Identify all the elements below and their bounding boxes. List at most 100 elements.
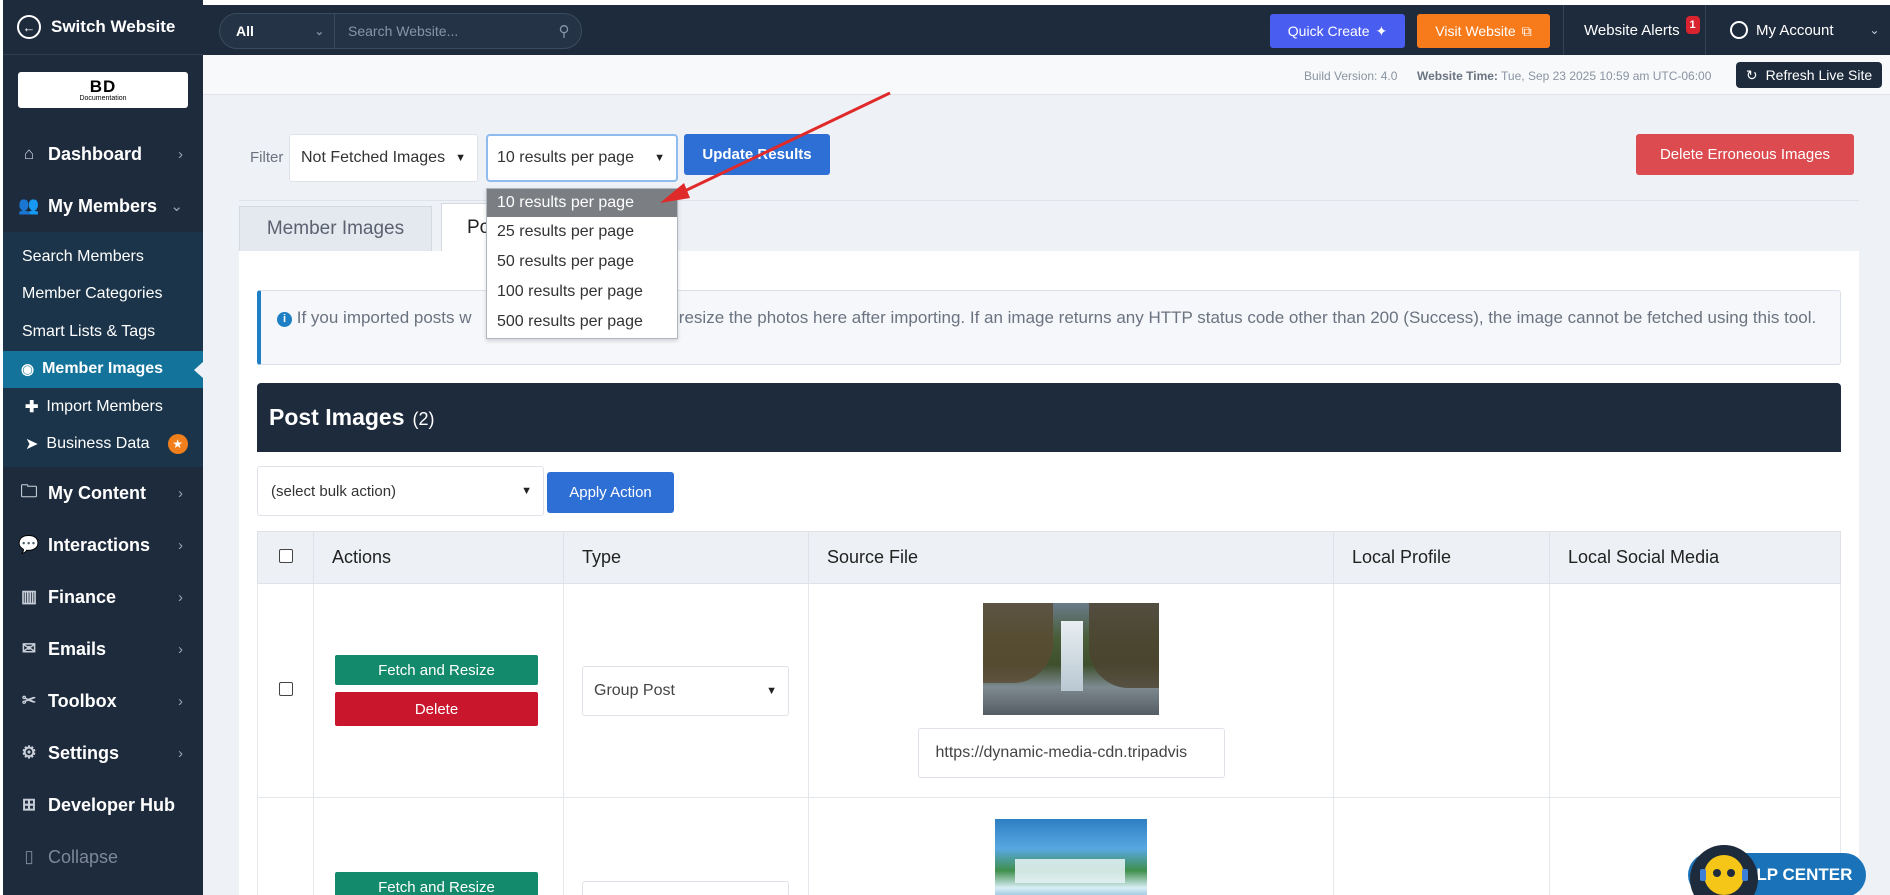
- bulk-action-value: (select bulk action): [271, 482, 397, 500]
- robot-icon[interactable]: [1688, 845, 1760, 895]
- sidebar-item-emails[interactable]: ✉ Emails ›: [3, 623, 203, 675]
- website-time-label: Website Time:: [1417, 69, 1498, 83]
- switch-website-button[interactable]: ← Switch Website: [3, 0, 203, 55]
- post-images-header: Post Images (2): [257, 383, 1841, 452]
- sidebar-item-toolbox[interactable]: ✂ Toolbox ›: [3, 675, 203, 727]
- sidebar-item-finance[interactable]: ▥ Finance ›: [3, 571, 203, 623]
- submenu-item-label: Member Images: [42, 360, 164, 378]
- sidebar-item-my-content[interactable]: 🗀 My Content ›: [3, 467, 203, 519]
- bulk-action-select[interactable]: (select bulk action) ▼: [257, 466, 544, 516]
- type-value: Group Post: [594, 681, 675, 699]
- info-alert-text-start: If you imported posts w: [296, 308, 472, 327]
- dropdown-option[interactable]: 50 results per page: [487, 247, 677, 277]
- refresh-live-site-button[interactable]: ↻ Refresh Live Site: [1736, 62, 1882, 88]
- delete-button[interactable]: Delete: [335, 692, 538, 726]
- results-per-page-value: 10 results per page: [497, 149, 634, 166]
- thumbnail-waterfall: [1061, 621, 1083, 691]
- submenu-item-label: Search Members: [22, 247, 144, 265]
- source-image-thumbnail[interactable]: [995, 819, 1147, 895]
- tools-icon: ✂: [21, 691, 37, 710]
- my-account-menu[interactable]: My Account ⌄: [1705, 5, 1890, 55]
- local-social-media-cell: [1549, 583, 1841, 798]
- apply-action-button[interactable]: Apply Action: [547, 472, 674, 513]
- row-select-cell: [257, 797, 314, 895]
- sidebar-item-label: My Content: [48, 482, 146, 503]
- submenu-item-smart-lists[interactable]: Smart Lists & Tags: [3, 313, 203, 351]
- logo-subtitle: Documentation: [79, 94, 127, 102]
- sidebar-item-my-members[interactable]: 👥 My Members ⌄: [3, 180, 203, 232]
- submenu-item-business-data[interactable]: ➤ Business Data ★: [3, 426, 203, 464]
- column-header-source-file[interactable]: Source File: [808, 531, 1334, 584]
- sidebar-item-interactions[interactable]: 💬 Interactions ›: [3, 519, 203, 571]
- sidebar-item-label: Dashboard: [48, 143, 143, 164]
- search-scope-select[interactable]: All ⌄: [220, 14, 335, 48]
- type-select[interactable]: [582, 881, 789, 895]
- table-row: Fetch and Resize: [257, 797, 1841, 895]
- user-circle-icon: [1730, 21, 1748, 39]
- sidebar-item-dashboard[interactable]: ⌂ Dashboard ›: [3, 128, 203, 180]
- image-status-value: Not Fetched Images: [301, 149, 446, 166]
- sidebar-item-developer-hub[interactable]: ⊞ Developer Hub: [3, 779, 203, 831]
- envelope-icon: ✉: [21, 639, 37, 658]
- sidebar-item-settings[interactable]: ⚙ Settings ›: [3, 727, 203, 779]
- submenu-item-member-images[interactable]: ◉ Member Images: [3, 350, 204, 388]
- column-header-local-profile[interactable]: Local Profile: [1333, 531, 1550, 584]
- type-select[interactable]: Group Post ▼: [582, 665, 789, 716]
- type-cell: Group Post ▼: [563, 583, 809, 798]
- account-label: My Account: [1756, 21, 1834, 39]
- sidebar-item-label: Emails: [48, 638, 107, 659]
- chat-icon: 💬: [18, 535, 40, 554]
- column-header-actions[interactable]: Actions: [313, 531, 564, 584]
- delete-erroneous-images-button[interactable]: Delete Erroneous Images: [1636, 134, 1854, 175]
- source-url-field[interactable]: https://dynamic-media-cdn.tripadvis: [917, 728, 1225, 778]
- column-header-type[interactable]: Type: [563, 531, 809, 584]
- tab-member-images[interactable]: Member Images: [239, 206, 432, 251]
- dropdown-option[interactable]: 500 results per page: [487, 307, 677, 337]
- thumbnail-waterfall: [1015, 859, 1125, 883]
- sidebar-item-label: Developer Hub: [48, 794, 176, 815]
- plus-icon: ✚: [25, 398, 39, 416]
- local-profile-cell: [1333, 797, 1550, 895]
- arrow-shaft: [669, 91, 891, 200]
- fetch-and-resize-button[interactable]: Fetch and Resize: [335, 872, 538, 895]
- dropdown-option[interactable]: 25 results per page: [487, 217, 677, 247]
- location-arrow-icon: ➤: [25, 436, 39, 454]
- submenu-item-label: Member Categories: [22, 285, 163, 303]
- back-arrow-icon: ←: [17, 15, 41, 39]
- image-status-select[interactable]: Not Fetched Images ▼: [289, 134, 478, 182]
- quick-create-button[interactable]: Quick Create ✦: [1270, 14, 1405, 48]
- divider: [239, 200, 1859, 201]
- sidebar-collapse[interactable]: ▯ Collapse: [3, 831, 203, 883]
- website-alerts-button[interactable]: Website Alerts 1: [1563, 5, 1703, 55]
- card-count: (2): [412, 408, 435, 429]
- dropdown-option[interactable]: 100 results per page: [487, 277, 677, 307]
- alerts-count-badge: 1: [1685, 16, 1700, 34]
- arrow-head: [660, 183, 690, 203]
- row-checkbox[interactable]: [278, 682, 293, 696]
- submenu-item-member-categories[interactable]: Member Categories: [3, 276, 203, 314]
- info-icon: i: [277, 311, 292, 327]
- chevron-right-icon: ›: [178, 588, 183, 606]
- submenu-item-import-members[interactable]: ✚ Import Members: [3, 388, 203, 426]
- chevron-right-icon: ›: [178, 536, 183, 554]
- source-image-thumbnail[interactable]: [983, 603, 1159, 715]
- submenu-item-search-members[interactable]: Search Members: [3, 238, 203, 276]
- caret-down-icon: ▼: [455, 152, 466, 164]
- search-icon[interactable]: ⚲: [547, 22, 581, 40]
- local-profile-cell: [1333, 583, 1550, 798]
- row-select-cell: [257, 583, 314, 798]
- visit-website-button[interactable]: Visit Website ⧉: [1417, 14, 1550, 48]
- sparkle-icon: ✦: [1375, 22, 1388, 39]
- search-input[interactable]: [335, 14, 547, 48]
- chevron-down-icon: ⌄: [1869, 23, 1880, 37]
- column-header-local-social-media[interactable]: Local Social Media: [1549, 531, 1841, 584]
- post-images-table: Actions Type Source File Local Profile L…: [257, 531, 1841, 895]
- caret-down-icon: ▼: [766, 684, 777, 697]
- filter-label: Filter: [250, 149, 284, 166]
- site-logo[interactable]: BD Documentation: [18, 72, 188, 108]
- source-file-cell: [808, 797, 1334, 895]
- chevron-down-icon: ⌄: [170, 198, 183, 215]
- fetch-and-resize-button[interactable]: Fetch and Resize: [335, 655, 538, 685]
- select-all-checkbox[interactable]: [278, 549, 293, 563]
- sidebar-collapse-icon: ▯: [24, 847, 34, 866]
